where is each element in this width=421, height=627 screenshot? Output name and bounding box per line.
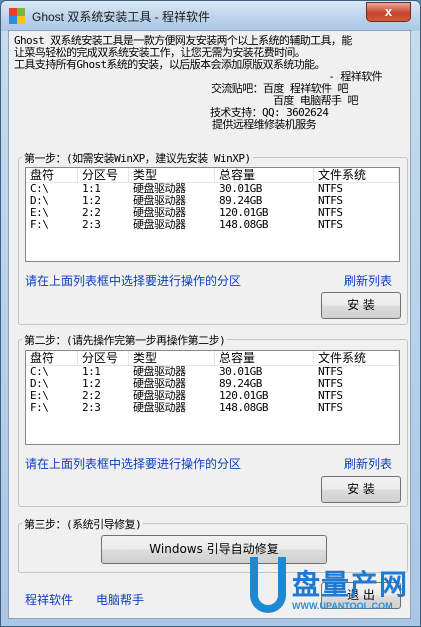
partition-list-2[interactable]: 盘符 分区号 类型 总容量 文件系统 C:\ 1:1 硬盘驱动器 30.01GB NTF… [25,350,400,445]
table-cell: 148.08GB [219,402,268,414]
title-bar[interactable]: Ghost 双系统安装工具 - 程祥软件 x [1,1,420,31]
windows-logo-icon [9,8,25,24]
table-cell: 120.01GB [219,390,268,402]
table-cell: NTFS [318,402,343,414]
forum-label: 交流贴吧： [211,83,264,95]
table-cell: 30.01GB [219,366,262,378]
step1-install-button[interactable]: 安 装 [321,292,401,319]
table-cell: 2:3 [82,219,101,231]
info-line-2: 让菜鸟轻松的完成双系统安装工作，让您无需为安装花费时间。 [14,47,306,59]
table-cell: 硬盘驱动器 [133,219,186,231]
watermark-url: WWW.UPANTOOL.COM [292,601,393,611]
table-cell: 89.24GB [219,378,262,390]
table-cell: NTFS [318,219,343,231]
table-cell: 1:1 [82,183,101,195]
table-cell: E:\ [30,390,49,402]
watermark-brand: 盘量产网 [292,569,409,600]
table-cell: 1:2 [82,378,101,390]
col-partition[interactable]: 分区号 [78,351,129,365]
table-cell: F:\ [30,219,49,231]
table-row[interactable]: C:\ 1:1 硬盘驱动器 30.01GB NTFS [26,183,399,195]
table-cell: 硬盘驱动器 [133,402,186,414]
table-cell: 2:2 [82,390,101,402]
close-button[interactable]: x [366,2,411,22]
table-cell: D:\ [30,195,49,207]
window-title: Ghost 双系统安装工具 - 程祥软件 [32,10,211,24]
table-cell: 硬盘驱动器 [133,195,186,207]
col-drive[interactable]: 盘符 [26,168,78,182]
support-info: 技术支持：QQ: 3602624 [210,107,329,119]
table-row[interactable]: D:\ 1:2 硬盘驱动器 89.24GB NTFS [26,195,399,207]
table-cell: 硬盘驱动器 [133,378,186,390]
info-line-3: 工具支持所有Ghost系统的安装，以后版本会添加原版双系统功能。 [14,59,326,71]
table-row[interactable]: E:\ 2:2 硬盘驱动器 120.01GB NTFS [26,207,399,219]
table-row[interactable]: F:\ 2:3 硬盘驱动器 148.08GB NTFS [26,402,399,414]
table-cell: 1:2 [82,195,101,207]
step1-refresh-link[interactable]: 刷新列表 [344,272,392,289]
info-signature: - 程祥软件 [328,71,382,83]
table-cell: NTFS [318,378,343,390]
step2-refresh-link[interactable]: 刷新列表 [344,455,392,472]
table-cell: NTFS [318,195,343,207]
table-cell: NTFS [318,390,343,402]
step2-install-button[interactable]: 安 装 [321,476,401,503]
table-cell: 2:2 [82,207,101,219]
forum-2: 百度 电脑帮手 吧 [273,95,358,107]
table-cell: NTFS [318,207,343,219]
col-type[interactable]: 类型 [129,351,215,365]
table-cell: NTFS [318,366,343,378]
table-cell: 硬盘驱动器 [133,183,186,195]
col-type[interactable]: 类型 [129,168,215,182]
table-cell: 148.08GB [219,219,268,231]
table-row[interactable]: E:\ 2:2 硬盘驱动器 120.01GB NTFS [26,390,399,402]
table-cell: 硬盘驱动器 [133,207,186,219]
table-cell: 30.01GB [219,183,262,195]
table-cell: E:\ [30,207,49,219]
table-cell: D:\ [30,378,49,390]
table-cell: 硬盘驱动器 [133,366,186,378]
info-forum-row: 交流贴吧：百度 程祥软件 吧 [14,83,406,95]
step1-hint: 请在上面列表框中选择要进行操作的分区 [25,274,242,288]
col-size[interactable]: 总容量 [215,351,314,365]
col-size[interactable]: 总容量 [215,168,314,182]
info-line-1: Ghost 双系统安装工具是一款方便网友安装两个以上系统的辅助工具，能 [14,35,352,47]
u-logo-icon [250,557,286,613]
list-header: 盘符 分区号 类型 总容量 文件系统 [26,351,399,366]
col-fs[interactable]: 文件系统 [314,351,399,365]
footer-link-diannao[interactable]: 电脑帮手 [96,591,144,608]
step3-title: 第三步：(系统引导修复) [22,516,144,532]
footer-link-chengxiang[interactable]: 程祥软件 [25,591,73,608]
table-cell: F:\ [30,402,49,414]
partition-list-1[interactable]: 盘符 分区号 类型 总容量 文件系统 C:\ 1:1 硬盘驱动器 30.01GB NTF… [25,167,400,262]
table-cell: C:\ [30,366,49,378]
list-header: 盘符 分区号 类型 总容量 文件系统 [26,168,399,183]
step2-hint: 请在上面列表框中选择要进行操作的分区 [25,457,242,471]
col-drive[interactable]: 盘符 [26,351,78,365]
step1-title: 第一步：(如需安装WinXP，建议先安装 WinXP) [22,150,253,166]
table-row[interactable]: D:\ 1:2 硬盘驱动器 89.24GB NTFS [26,378,399,390]
step2-title: 第二步：(请先操作完第一步再操作第二步) [22,332,228,348]
col-fs[interactable]: 文件系统 [314,168,399,182]
table-cell: 2:3 [82,402,101,414]
forum-1: 百度 程祥软件 吧 [263,83,348,95]
service-info: 提供远程维修装机服务 [212,119,317,131]
table-cell: 89.24GB [219,195,262,207]
table-row[interactable]: C:\ 1:1 硬盘驱动器 30.01GB NTFS [26,366,399,378]
table-cell: 1:1 [82,366,101,378]
info-panel: Ghost 双系统安装工具是一款方便网友安装两个以上系统的辅助工具，能 让菜鸟轻… [14,35,406,131]
table-cell: 120.01GB [219,207,268,219]
table-cell: C:\ [30,183,49,195]
table-cell: NTFS [318,183,343,195]
table-cell: 硬盘驱动器 [133,390,186,402]
col-partition[interactable]: 分区号 [78,168,129,182]
watermark-logo: 盘量产网 WWW.UPANTOOL.COM [250,555,420,625]
table-row[interactable]: F:\ 2:3 硬盘驱动器 148.08GB NTFS [26,219,399,231]
